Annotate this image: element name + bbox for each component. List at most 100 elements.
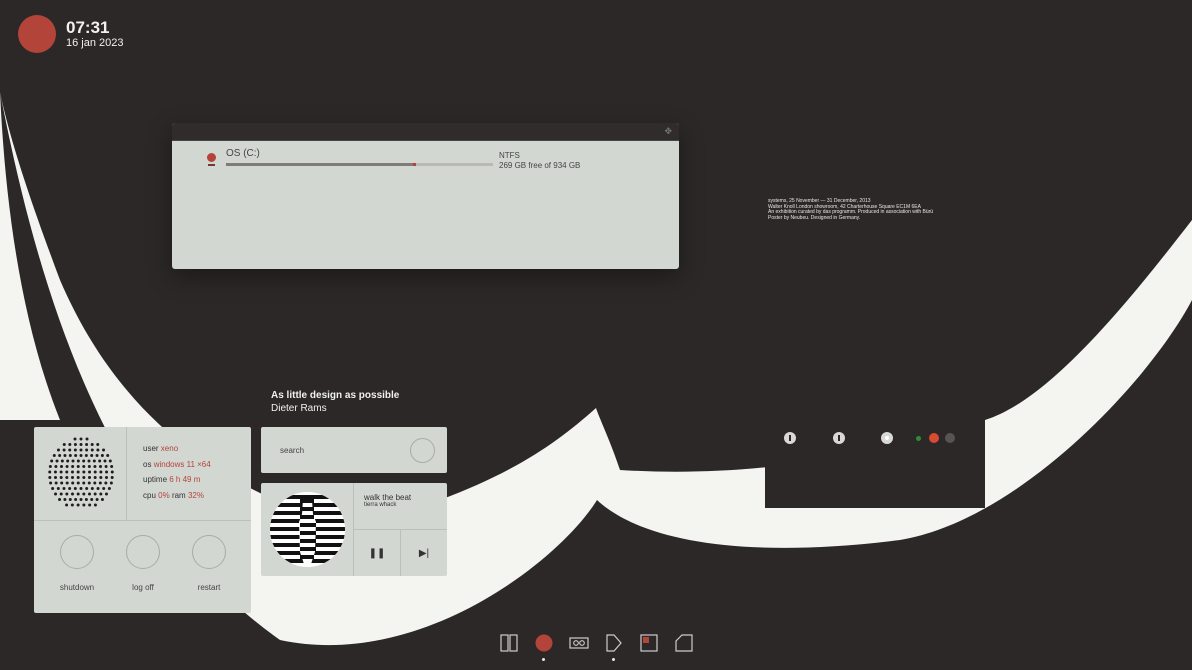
knob-icon[interactable] <box>881 432 893 444</box>
sphere-dot <box>82 503 86 507</box>
quote-author: Dieter Rams <box>271 403 327 414</box>
search-input[interactable]: search <box>280 446 304 455</box>
sphere-dot <box>73 487 77 490</box>
sphere-dot <box>52 454 56 457</box>
sphere-dot <box>54 481 58 485</box>
sphere-dot <box>108 459 112 463</box>
sphere-dot <box>82 481 86 485</box>
sphere-dot <box>90 498 94 501</box>
sphere-dot <box>107 487 111 490</box>
sphere-dot <box>93 503 97 507</box>
sphere-dot <box>71 459 75 463</box>
sphere-dot <box>90 454 94 457</box>
sphere-dot <box>79 454 83 457</box>
sphere-dot <box>65 503 69 507</box>
sphere-dot <box>73 443 77 446</box>
clock-accent-dot <box>18 15 56 53</box>
cassette-icon[interactable] <box>569 634 589 652</box>
drive-name: OS (C:) <box>226 148 260 159</box>
sphere-dot <box>90 448 94 452</box>
pause-icon: ❚❚ <box>368 547 386 559</box>
sphere-dot <box>90 443 94 446</box>
sphere-dot <box>95 498 99 501</box>
sphere-dot <box>79 443 83 446</box>
folder-icon[interactable] <box>675 634 693 652</box>
sphere-dot <box>102 448 106 452</box>
sphere-dot <box>106 454 110 457</box>
sphere-dot <box>65 465 69 468</box>
drive-usage-bar <box>226 163 493 166</box>
sphere-dot <box>79 487 83 490</box>
sphere-dot <box>93 492 97 496</box>
sphere-dot <box>105 476 109 479</box>
sphere-dot <box>71 465 75 468</box>
sphere-dot <box>105 470 109 474</box>
sphere-dot <box>109 481 113 485</box>
sphere-dot <box>110 476 114 479</box>
sphere-dot <box>53 476 57 479</box>
drive-usage-fill <box>226 163 417 166</box>
red-led-icon <box>929 433 939 443</box>
sphere-dot <box>54 492 58 496</box>
system-info: user xeno os windows 11 ×64 uptime 6 h 4… <box>143 441 211 503</box>
window-icon[interactable] <box>640 634 658 652</box>
sphere-dot <box>65 492 69 496</box>
sphere-dot <box>63 454 67 457</box>
sphere-dot <box>98 459 102 463</box>
sphere-dot <box>74 498 78 501</box>
sphere-dot <box>59 476 63 479</box>
pause-button[interactable]: ❚❚ <box>354 530 400 576</box>
knob-icon[interactable] <box>833 432 845 444</box>
search-widget[interactable]: search <box>261 427 447 473</box>
sphere-dot <box>60 459 64 463</box>
sphere-dot <box>92 459 96 463</box>
os-row: os windows 11 ×64 <box>143 459 211 469</box>
sphere-dot <box>79 437 83 441</box>
sphere-dot <box>82 470 86 474</box>
sphere-dot <box>99 476 103 479</box>
sphere-dot <box>79 448 83 452</box>
sphere-dot <box>85 487 89 490</box>
sphere-dot <box>68 487 72 490</box>
sphere-dot <box>73 448 77 452</box>
restart-button[interactable] <box>192 535 226 569</box>
sphere-dot <box>48 470 52 474</box>
poster-widget: systems, 25 November — 31 December, 2013… <box>765 198 985 508</box>
window-titlebar[interactable]: ✥ <box>172 123 679 141</box>
album-art <box>270 492 345 567</box>
log-off-label: log off <box>132 583 154 592</box>
shutdown-button[interactable] <box>60 535 94 569</box>
record-icon[interactable] <box>535 634 553 652</box>
sphere-dot <box>88 503 92 507</box>
usage-row: cpu 0% ram 32% <box>143 490 204 500</box>
sphere-dot <box>88 470 92 474</box>
sphere-dot <box>99 492 103 496</box>
poster-text: systems, 25 November — 31 December, 2013… <box>768 198 934 221</box>
sphere-dot <box>87 492 91 496</box>
play-icon[interactable] <box>605 634 623 652</box>
sphere-dot <box>93 470 97 474</box>
move-icon[interactable]: ✥ <box>664 126 672 137</box>
search-button[interactable] <box>410 438 435 463</box>
drive-filesystem: NTFS <box>499 151 520 160</box>
sphere-dot <box>82 465 86 468</box>
sphere-dot <box>48 476 52 479</box>
music-player: walk the beat tierra whack ❚❚ ▶| <box>261 483 447 576</box>
columns-icon[interactable] <box>500 634 518 652</box>
sphere-dot <box>50 459 54 463</box>
green-led-icon <box>916 436 921 441</box>
log-off-button[interactable] <box>126 535 160 569</box>
disk-usage-window: ✥ OS (C:) NTFS 269 GB free of 934 GB <box>172 123 679 269</box>
sphere-dot <box>102 487 106 490</box>
sphere-dot <box>65 481 69 485</box>
drive-icon <box>207 153 216 162</box>
sphere-dot <box>56 487 60 490</box>
knob-icon[interactable] <box>784 432 796 444</box>
song-title: walk the beat <box>364 493 412 502</box>
sphere-dot <box>70 476 74 479</box>
user-row: user xeno <box>143 444 179 453</box>
sphere-dot <box>48 465 52 468</box>
album-art-image <box>270 492 345 567</box>
next-button[interactable]: ▶| <box>401 530 447 576</box>
sphere-dot <box>76 481 80 485</box>
